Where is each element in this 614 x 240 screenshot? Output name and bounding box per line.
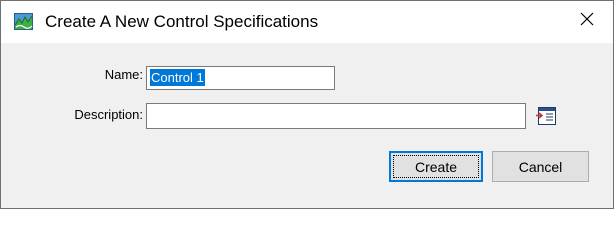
create-button[interactable]: Create xyxy=(389,151,483,182)
create-button-label: Create xyxy=(414,158,458,175)
name-input-value: Control 1 xyxy=(150,69,205,86)
description-editor-button[interactable] xyxy=(535,105,559,127)
cancel-button-label: Cancel xyxy=(518,158,563,175)
dialog-window: Create A New Control Specifications Name… xyxy=(0,0,614,209)
hec-hms-icon xyxy=(14,13,33,30)
cancel-button[interactable]: Cancel xyxy=(492,151,589,182)
name-input[interactable]: Control 1 xyxy=(146,66,335,90)
description-label: Description: xyxy=(74,107,143,122)
text-editor-icon xyxy=(535,107,559,131)
dialog-body: Name: Control 1 Description: Create Canc… xyxy=(1,43,613,208)
name-label: Name: xyxy=(104,67,143,82)
window-title: Create A New Control Specifications xyxy=(45,12,319,31)
close-button[interactable] xyxy=(567,5,607,37)
description-input[interactable] xyxy=(146,103,526,129)
close-icon xyxy=(580,12,594,31)
title-bar: Create A New Control Specifications xyxy=(1,1,613,43)
